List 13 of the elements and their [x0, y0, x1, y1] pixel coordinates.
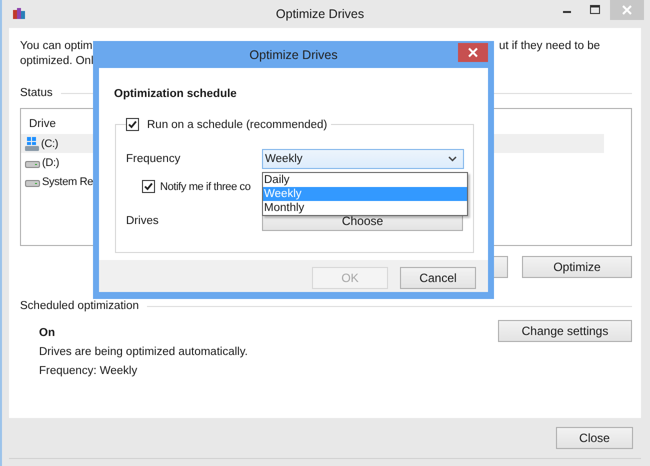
intro-text: You can optim [20, 39, 92, 54]
intro-text: optimized. Onl [20, 54, 94, 69]
section-label: Status [20, 87, 53, 99]
field-label: Frequency [126, 153, 182, 165]
schedule-state: On [39, 326, 56, 341]
intro-text: ut if they need to be [498, 39, 600, 54]
dialog-title: Optimize Drives [249, 48, 338, 62]
schedule-description: Drives are being optimized automatically. [39, 345, 248, 360]
window-title: Optimize Drives [274, 7, 366, 21]
dialog-heading: Optimization schedule [114, 87, 238, 102]
section-label: Scheduled optimization [20, 300, 139, 312]
schedule-frequency: Frequency: Weekly [39, 364, 138, 379]
field-label: Drives [126, 214, 160, 226]
